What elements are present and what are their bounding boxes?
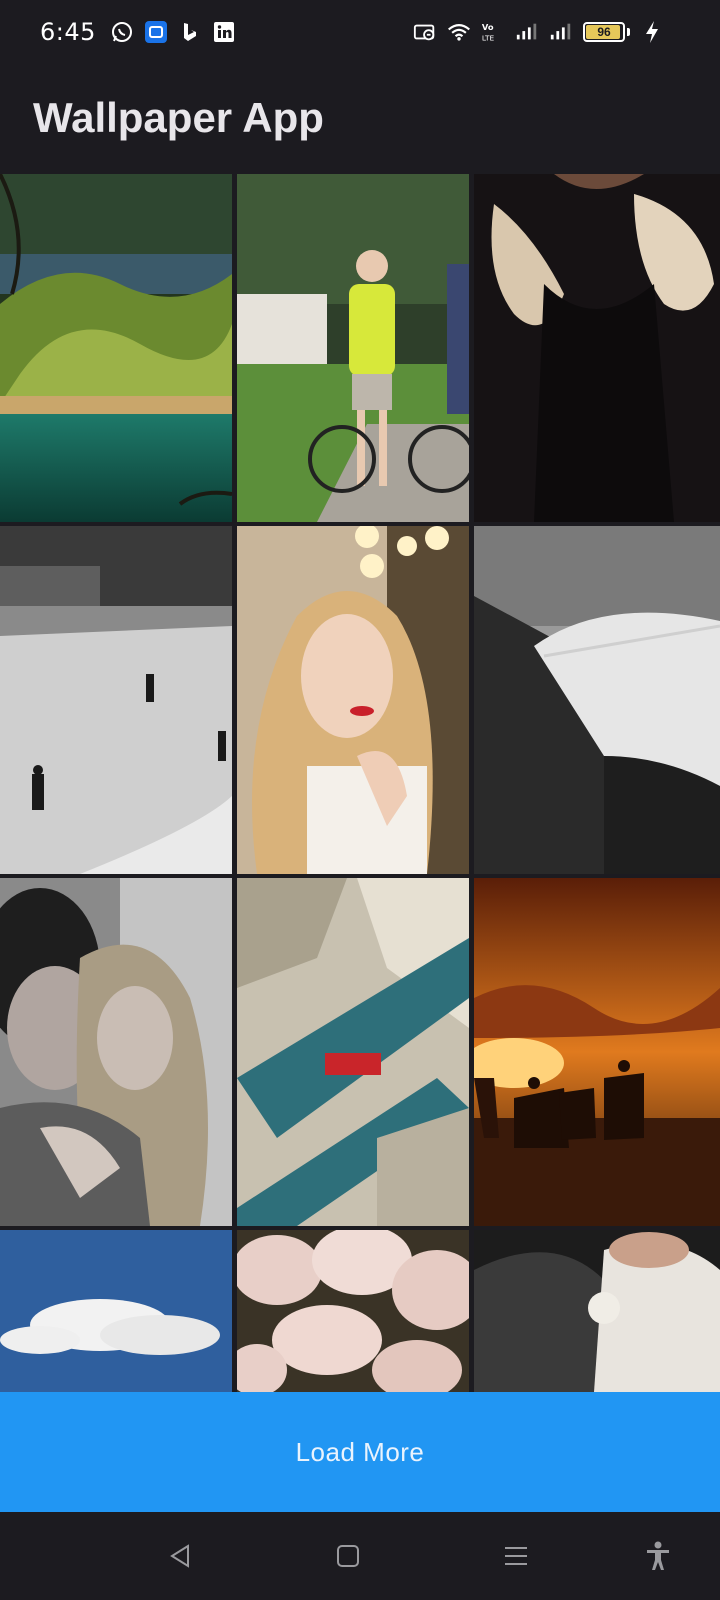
battery-icon: 96 (583, 22, 625, 42)
wifi-icon (447, 20, 471, 44)
battery-level: 96 (597, 25, 611, 39)
wallpaper-tile-pink-roses[interactable] (237, 1230, 469, 1392)
bing-icon (178, 20, 202, 44)
accessibility-icon[interactable] (638, 1536, 678, 1576)
linkedin-icon (212, 20, 236, 44)
system-icons: Vo LTE 96 (413, 20, 664, 44)
wallpaper-tile-fur-coat[interactable] (474, 174, 720, 522)
signal-icon (549, 20, 573, 44)
app-notification-icon (144, 20, 168, 44)
svg-text:Vo: Vo (482, 22, 494, 32)
svg-text:LTE: LTE (482, 33, 495, 42)
status-bar: 6:45 Vo LTE 96 (0, 0, 720, 64)
charging-icon (640, 20, 664, 44)
wallpaper-tile-cyclists[interactable] (237, 174, 469, 522)
app-title: Wallpaper App (33, 94, 324, 141)
cast-icon (413, 20, 437, 44)
wallpaper-grid[interactable] (0, 174, 720, 1392)
status-time: 6:45 (40, 18, 96, 46)
wallpaper-tile-dancers[interactable] (474, 1230, 720, 1392)
wallpaper-tile-fortress-wall[interactable] (474, 526, 720, 874)
notification-icons (110, 20, 236, 44)
wallpaper-tile-city-aerial[interactable] (237, 878, 469, 1226)
navigation-bar (0, 1512, 720, 1600)
battery-tip (627, 28, 630, 36)
wallpaper-tile-beach-walkers[interactable] (0, 526, 232, 874)
wallpaper-tile-clouds-sky[interactable] (0, 1230, 232, 1392)
wallpaper-tile-lake-forest[interactable] (0, 174, 232, 522)
home-icon[interactable] (328, 1536, 368, 1576)
wallpaper-tile-couple-embrace[interactable] (0, 878, 232, 1226)
app-bar: Wallpaper App (0, 64, 720, 174)
signal-icon (515, 20, 539, 44)
volte-icon: Vo LTE (481, 20, 505, 44)
recents-icon[interactable] (496, 1536, 536, 1576)
wallpaper-tile-horse-riders-sunset[interactable] (474, 878, 720, 1226)
back-icon[interactable] (160, 1536, 200, 1576)
wallpaper-tile-blonde-portrait[interactable] (237, 526, 469, 874)
whatsapp-icon (110, 20, 134, 44)
load-more-button[interactable]: Load More (0, 1392, 720, 1512)
